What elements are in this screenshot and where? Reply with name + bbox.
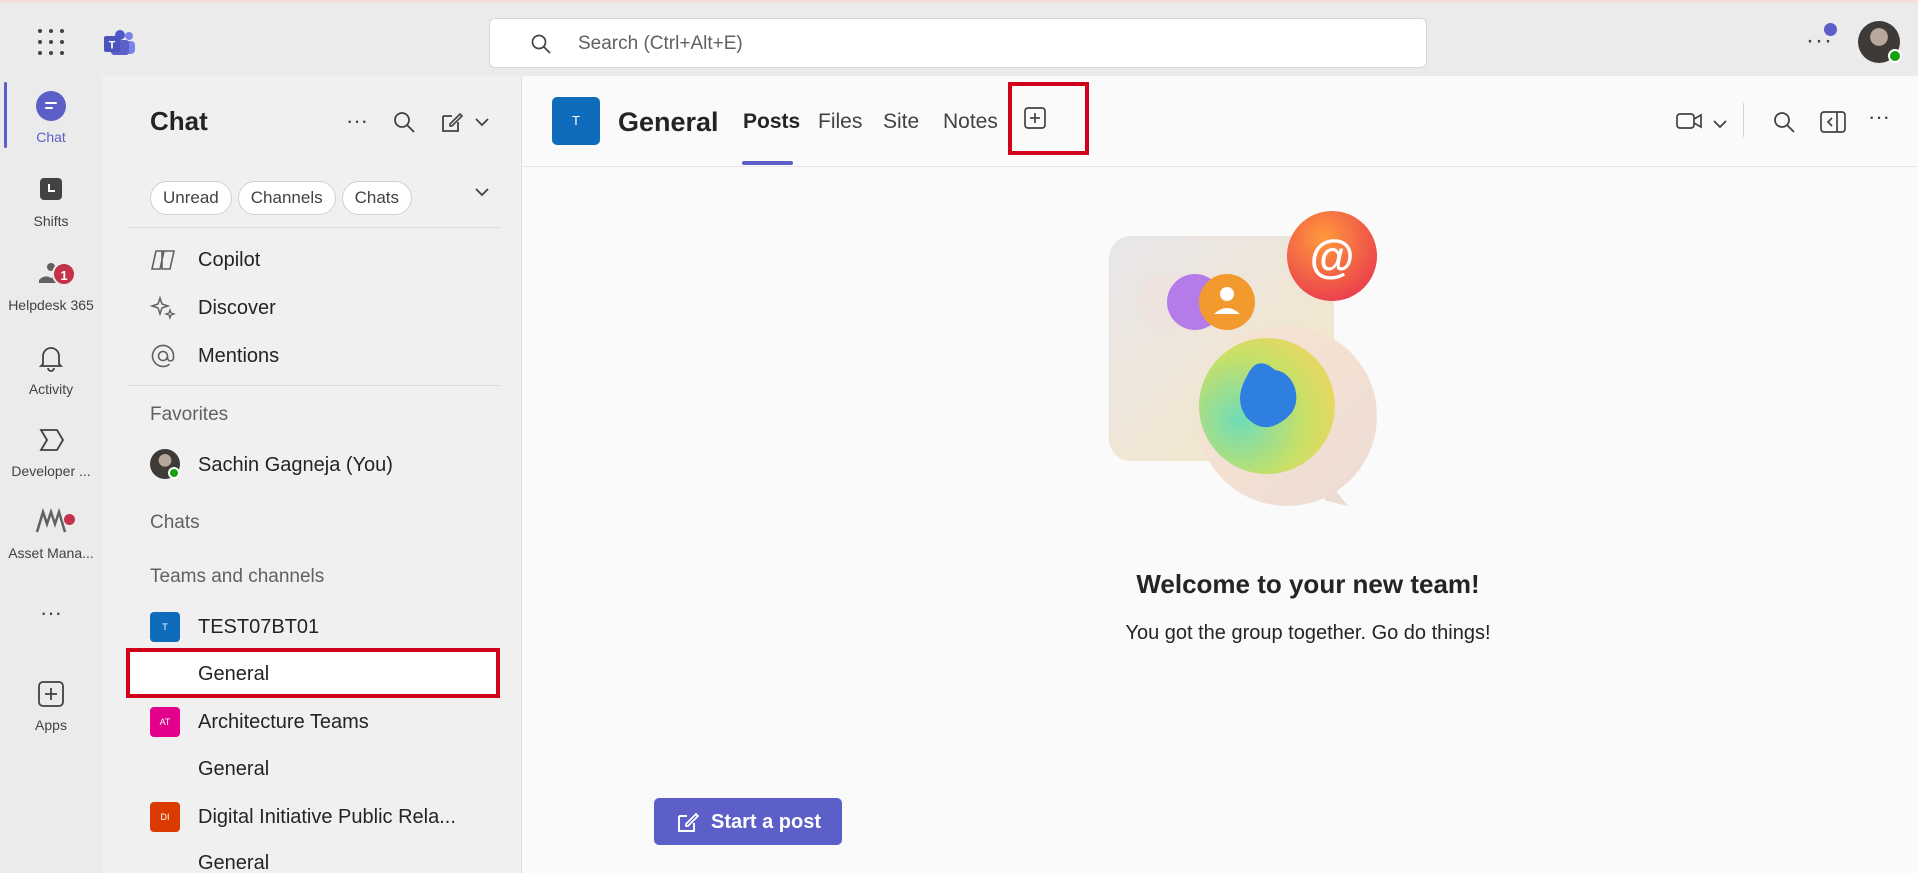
- rail-item-asset-management[interactable]: Asset Mana...: [0, 506, 102, 561]
- add-icon: [1024, 107, 1046, 129]
- favorite-chat-self[interactable]: Sachin Gagneja (You): [198, 454, 393, 477]
- channel-avatar: T: [552, 97, 600, 145]
- search-input[interactable]: [578, 29, 1178, 59]
- rail-label: Activity: [28, 381, 74, 397]
- rail-label: Shifts: [33, 213, 69, 229]
- teams-logo-icon: T: [104, 30, 135, 55]
- chat-search-icon[interactable]: [392, 110, 416, 134]
- rail-item-shifts[interactable]: Shifts: [0, 174, 102, 229]
- filters-chevron-down-icon[interactable]: [474, 186, 490, 198]
- svg-text:@: @: [1310, 230, 1355, 282]
- rail-item-developer[interactable]: Developer ...: [0, 424, 102, 479]
- presence-available-icon: [1888, 49, 1902, 63]
- tab-posts[interactable]: Posts: [743, 110, 800, 134]
- channel-item-general[interactable]: General: [198, 852, 269, 873]
- chat-filters: Unread Channels Chats: [150, 181, 413, 215]
- rail-item-activity[interactable]: Activity: [0, 342, 102, 397]
- rail-label: Asset Mana...: [8, 545, 94, 561]
- more-apps-icon[interactable]: ···: [0, 600, 102, 626]
- developer-portal-icon: [35, 424, 67, 456]
- team-avatar: AT: [150, 707, 180, 737]
- team-item-test07bt01[interactable]: TEST07BT01: [198, 616, 319, 639]
- nav-label: Discover: [198, 296, 276, 319]
- chat-icon: [35, 90, 67, 122]
- divider: [128, 385, 500, 386]
- nav-discover[interactable]: Discover: [102, 286, 522, 330]
- welcome-subtitle: You got the group together. Go do things…: [1125, 622, 1491, 644]
- chats-header[interactable]: Chats: [150, 512, 200, 534]
- welcome-illustration: @: [1109, 211, 1377, 506]
- search-bar[interactable]: [489, 18, 1427, 68]
- profile-avatar[interactable]: [1858, 21, 1902, 63]
- copilot-icon: [151, 250, 175, 270]
- rail-label: Apps: [35, 717, 67, 733]
- rail-label: Chat: [36, 129, 66, 145]
- nav-label: Mentions: [198, 344, 280, 367]
- favorites-header[interactable]: Favorites: [150, 404, 228, 426]
- at-icon: [151, 344, 175, 368]
- nav-mentions[interactable]: Mentions: [102, 334, 522, 378]
- nav-label: Copilot: [198, 248, 261, 271]
- presence-available-icon: [168, 467, 180, 479]
- filter-unread[interactable]: Unread: [150, 181, 232, 215]
- welcome-title: Welcome to your new team!: [1136, 569, 1480, 599]
- svg-text:T: T: [109, 40, 116, 52]
- active-tab-indicator: [742, 161, 793, 165]
- team-item-architecture-teams[interactable]: Architecture Teams: [198, 711, 369, 734]
- channel-info-panel-icon[interactable]: [1820, 110, 1846, 134]
- chat-pane: Chat ··· Unread Channels Chats Copilot D…: [102, 76, 522, 873]
- filter-chats[interactable]: Chats: [341, 181, 413, 215]
- sparkle-icon: [150, 295, 176, 321]
- team-avatar: T: [150, 612, 180, 642]
- divider: [1743, 103, 1744, 137]
- app-launcher-icon[interactable]: [38, 29, 64, 55]
- search-icon: [531, 34, 551, 54]
- channel-title: General: [618, 107, 719, 137]
- nav-copilot[interactable]: Copilot: [102, 238, 522, 282]
- chat-more-options-icon[interactable]: ···: [346, 108, 368, 134]
- asset-management-icon: [35, 506, 67, 538]
- add-tab-button[interactable]: [1008, 82, 1089, 155]
- rail-label: Helpdesk 365: [8, 297, 94, 313]
- activity-badge: 1: [52, 262, 76, 286]
- more-apps-notification-dot: [64, 514, 75, 525]
- team-item-digital-initiative[interactable]: Digital Initiative Public Rela...: [198, 806, 456, 829]
- divider: [128, 227, 500, 228]
- avatar: [150, 449, 180, 479]
- app-rail: Chat Shifts Helpdesk 365 Activity Develo…: [0, 76, 102, 873]
- rail-item-helpdesk[interactable]: Helpdesk 365: [0, 258, 102, 313]
- start-post-button[interactable]: Start a post: [654, 798, 842, 845]
- channel-item-general[interactable]: General: [198, 758, 269, 781]
- tab-notes[interactable]: Notes: [943, 110, 998, 134]
- top-bar: T ···: [0, 0, 1918, 76]
- chevron-down-icon[interactable]: [474, 116, 490, 128]
- channel-item-general-selected[interactable]: General: [126, 648, 500, 698]
- video-call-icon[interactable]: [1676, 110, 1704, 132]
- notification-dot: [1824, 23, 1837, 36]
- meet-chevron-down-icon[interactable]: [1712, 118, 1728, 130]
- filter-channels[interactable]: Channels: [237, 181, 336, 215]
- rail-label: Developer ...: [11, 463, 91, 479]
- team-avatar: DI: [150, 802, 180, 832]
- tab-files[interactable]: Files: [818, 110, 862, 134]
- tab-site[interactable]: Site: [883, 110, 919, 134]
- teams-header[interactable]: Teams and channels: [150, 566, 324, 588]
- channel-search-icon[interactable]: [1772, 110, 1796, 134]
- shifts-icon: [35, 174, 67, 206]
- rail-item-apps[interactable]: Apps: [0, 678, 102, 733]
- bell-icon: [35, 342, 67, 374]
- rail-item-chat[interactable]: Chat: [0, 90, 102, 145]
- add-apps-icon: [35, 678, 67, 710]
- channel-view: T General Posts Files Site Notes ··· @ W…: [522, 76, 1918, 873]
- chat-pane-title: Chat: [150, 106, 208, 136]
- channel-header: T General Posts Files Site Notes ···: [522, 76, 1918, 167]
- channel-more-options-icon[interactable]: ···: [1868, 104, 1890, 130]
- channel-label: General: [198, 663, 270, 685]
- new-chat-icon[interactable]: [440, 110, 464, 134]
- compose-icon: [678, 812, 700, 832]
- start-post-label: Start a post: [711, 811, 822, 833]
